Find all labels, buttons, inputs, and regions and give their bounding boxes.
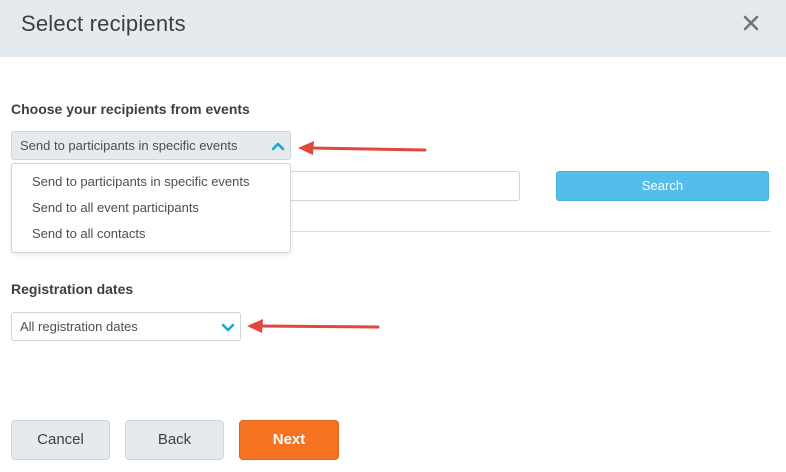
recipients-section-title: Choose your recipients from events [11,101,250,117]
dialog-title: Select recipients [21,11,186,36]
annotation-arrow-icon [297,139,429,159]
cancel-button[interactable]: Cancel [11,420,110,460]
next-button[interactable]: Next [239,420,339,460]
chevron-down-icon [221,320,235,334]
recipients-dropdown-value: Send to participants in specific events [20,138,238,153]
registration-dates-title: Registration dates [11,281,134,297]
registration-dates-dropdown[interactable]: All registration dates [11,312,241,341]
close-button[interactable] [738,10,764,36]
event-search-input[interactable] [289,171,520,201]
registration-dates-value: All registration dates [20,319,138,334]
dropdown-option-all-contacts[interactable]: Send to all contacts [12,223,290,249]
recipients-dropdown-menu: Send to participants in specific events … [11,163,291,253]
recipients-dropdown[interactable]: Send to participants in specific events [11,131,291,160]
dialog-header: Select recipients [0,0,786,57]
search-button[interactable]: Search [556,171,769,201]
dropdown-option-all-event-participants[interactable]: Send to all event participants [12,197,290,223]
annotation-arrow-icon [246,317,382,337]
dropdown-option-specific-events[interactable]: Send to participants in specific events [12,171,290,197]
close-icon [743,15,759,31]
chevron-up-icon [271,139,285,153]
back-button[interactable]: Back [125,420,224,460]
